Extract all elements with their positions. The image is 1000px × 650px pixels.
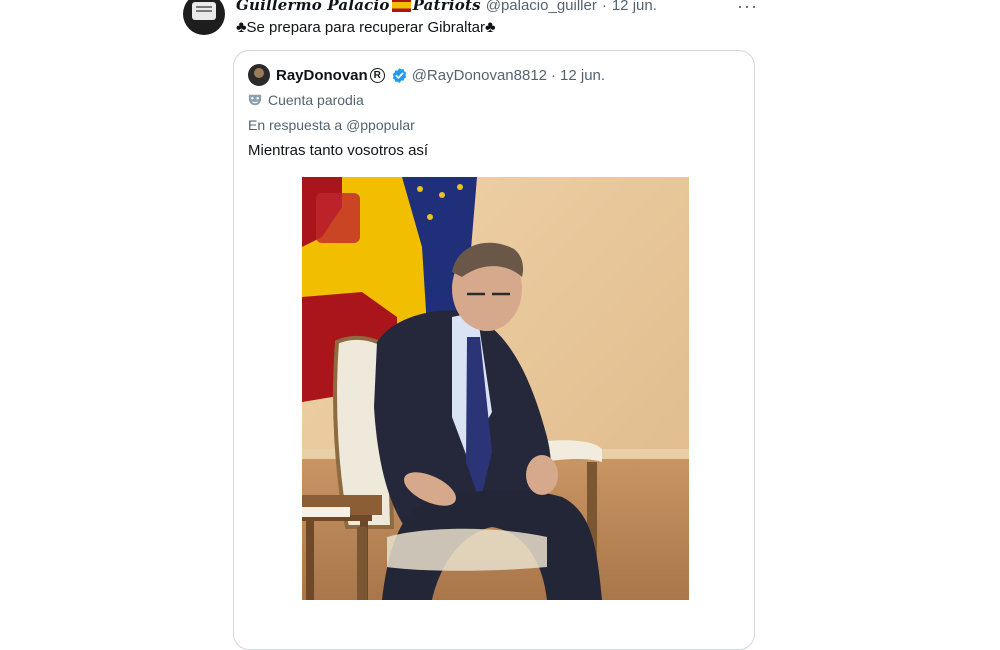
parody-label-text: Cuenta parodia xyxy=(268,92,364,108)
author-avatar[interactable] xyxy=(183,0,225,35)
tweet-date[interactable]: 12 jun. xyxy=(612,0,657,14)
author-display-name[interactable]: Guillermo Palacio xyxy=(236,0,390,14)
parody-mask-icon xyxy=(248,94,262,106)
tweet-text: ♣Se prepara para recuperar Gibraltar♣ xyxy=(236,19,495,37)
quoted-tweet-header: RayDonovan R @RayDonovan8812 · 12 jun. xyxy=(276,64,605,86)
reply-prefix: En respuesta a xyxy=(248,117,347,133)
photo-illustration xyxy=(302,177,689,600)
more-icon[interactable]: ··· xyxy=(737,0,758,17)
reply-context: En respuesta a @ppopular xyxy=(248,117,415,133)
tweet-media-photo[interactable] xyxy=(302,177,689,600)
author-display-name-suffix[interactable]: Patriots xyxy=(413,0,481,14)
separator-dot: · xyxy=(601,0,607,14)
registered-mark-icon: R xyxy=(369,67,385,83)
reply-handle-link[interactable]: @ppopular xyxy=(346,117,415,133)
quoted-tweet-date[interactable]: 12 jun. xyxy=(560,67,605,84)
tweet-text-body: Se prepara para recuperar Gibraltar xyxy=(246,19,485,36)
quoted-author-avatar[interactable] xyxy=(248,64,270,86)
quoted-author-handle[interactable]: @RayDonovan8812 xyxy=(412,67,547,84)
separator-dot: · xyxy=(551,66,557,84)
quoted-tweet-text: Mientras tanto vosotros así xyxy=(248,142,429,159)
spain-flag-icon xyxy=(391,0,411,12)
parody-label: Cuenta parodia xyxy=(248,92,364,108)
club-icon: ♣ xyxy=(236,19,247,36)
club-icon: ♣ xyxy=(484,19,496,36)
verified-badge-icon xyxy=(392,67,406,83)
tweet-header: Guillermo Palacio Patriots @palacio_guil… xyxy=(236,0,657,16)
quoted-author-display-name[interactable]: RayDonovan xyxy=(276,67,368,84)
author-handle[interactable]: @palacio_guiller xyxy=(486,0,597,14)
